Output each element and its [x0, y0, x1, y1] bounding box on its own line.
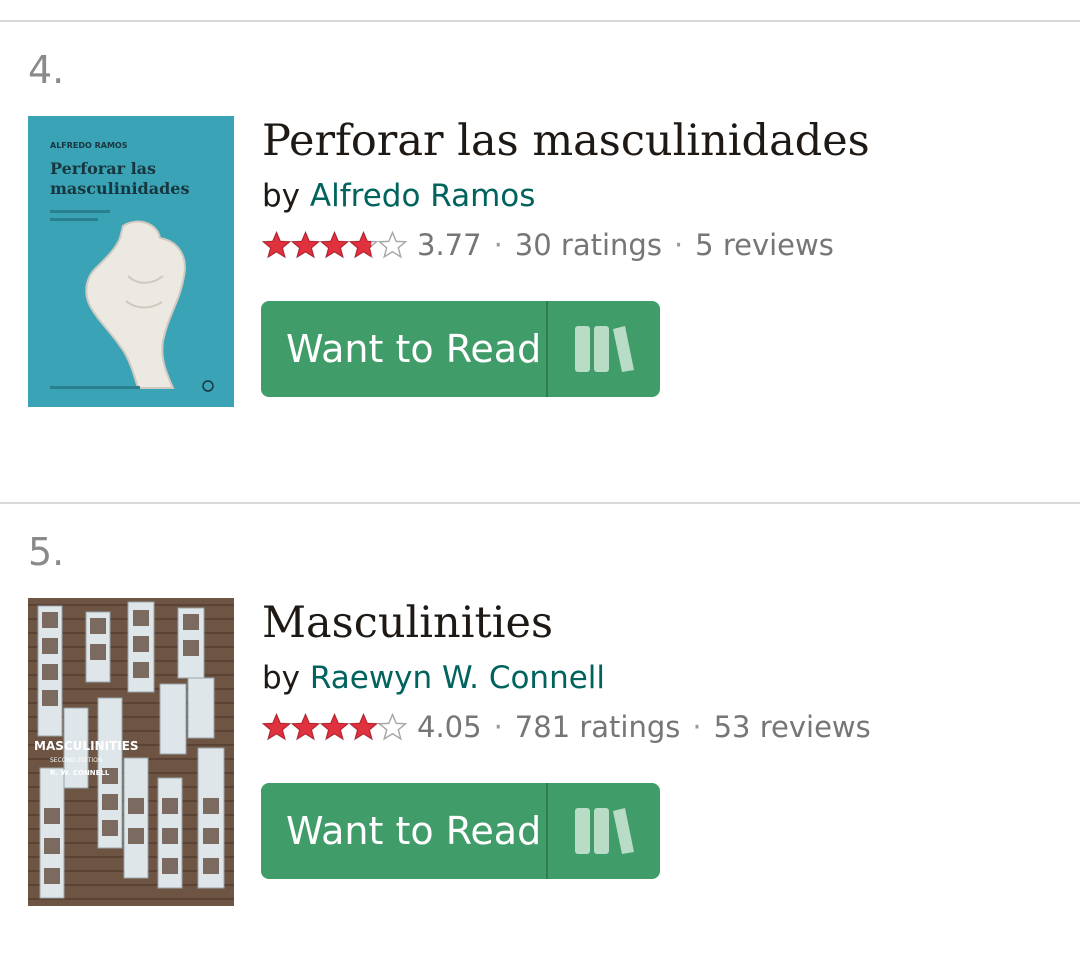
star-icon [349, 713, 378, 741]
want-to-read-button-group: Want to Read [261, 301, 660, 397]
rating-row: 3.77 · 30 ratings · 5 reviews [262, 228, 834, 262]
star-icon [378, 231, 407, 259]
want-to-read-button-group: Want to Read [261, 783, 660, 879]
author-link[interactable]: Alfredo Ramos [310, 178, 536, 214]
average-rating: 4.05 [417, 710, 482, 744]
separator-dot: · [493, 710, 503, 744]
svg-text:masculinidades: masculinidades [50, 179, 189, 198]
star-icon [262, 231, 291, 259]
book-title-link[interactable]: Masculinities [262, 598, 553, 648]
byline: by Raewyn W. Connell [262, 660, 605, 696]
star-icon [378, 713, 407, 741]
rating-row: 4.05 · 781 ratings · 53 reviews [262, 710, 871, 744]
by-label: by [262, 178, 301, 214]
svg-text:Perforar las: Perforar las [50, 159, 156, 178]
cover-title-text: MASCULINITIES [34, 739, 139, 753]
top-divider [0, 20, 1080, 22]
book-cover[interactable]: ALFREDO RAMOS Perforar las masculinidade… [28, 116, 234, 407]
shelf-dropdown-button[interactable] [548, 783, 660, 879]
star-icon [349, 231, 378, 259]
book-rank: 5. [28, 530, 65, 574]
svg-text:SECOND EDITION: SECOND EDITION [50, 757, 102, 764]
reviews-count: 5 reviews [695, 228, 834, 262]
star-rating [262, 231, 407, 259]
byline: by Alfredo Ramos [262, 178, 535, 214]
bookshelf-icon [575, 326, 634, 372]
separator-dot: · [493, 228, 503, 262]
star-icon [291, 713, 320, 741]
ratings-count: 30 ratings [514, 228, 662, 262]
separator-dot: · [673, 228, 684, 262]
cover-author-text: ALFREDO RAMOS [50, 141, 128, 150]
want-to-read-button[interactable]: Want to Read [261, 783, 548, 879]
svg-text:R. W. CONNELL: R. W. CONNELL [50, 769, 110, 777]
shelf-dropdown-button[interactable] [548, 301, 660, 397]
book-cover[interactable]: MASCULINITIES SECOND EDITION R. W. CONNE… [28, 598, 234, 906]
star-icon [320, 713, 349, 741]
reviews-count: 53 reviews [713, 710, 871, 744]
star-icon [262, 713, 291, 741]
average-rating: 3.77 [417, 228, 482, 262]
by-label: by [262, 660, 301, 696]
separator-dot: · [692, 710, 702, 744]
star-icon [291, 231, 320, 259]
star-rating [262, 713, 407, 741]
ratings-count: 781 ratings [514, 710, 681, 744]
author-link[interactable]: Raewyn W. Connell [310, 660, 605, 696]
book-title-link[interactable]: Perforar las masculinidades [262, 116, 870, 166]
want-to-read-button[interactable]: Want to Read [261, 301, 548, 397]
item-divider [0, 502, 1080, 504]
book-rank: 4. [28, 48, 65, 92]
bookshelf-icon [575, 808, 634, 854]
star-icon [320, 231, 349, 259]
